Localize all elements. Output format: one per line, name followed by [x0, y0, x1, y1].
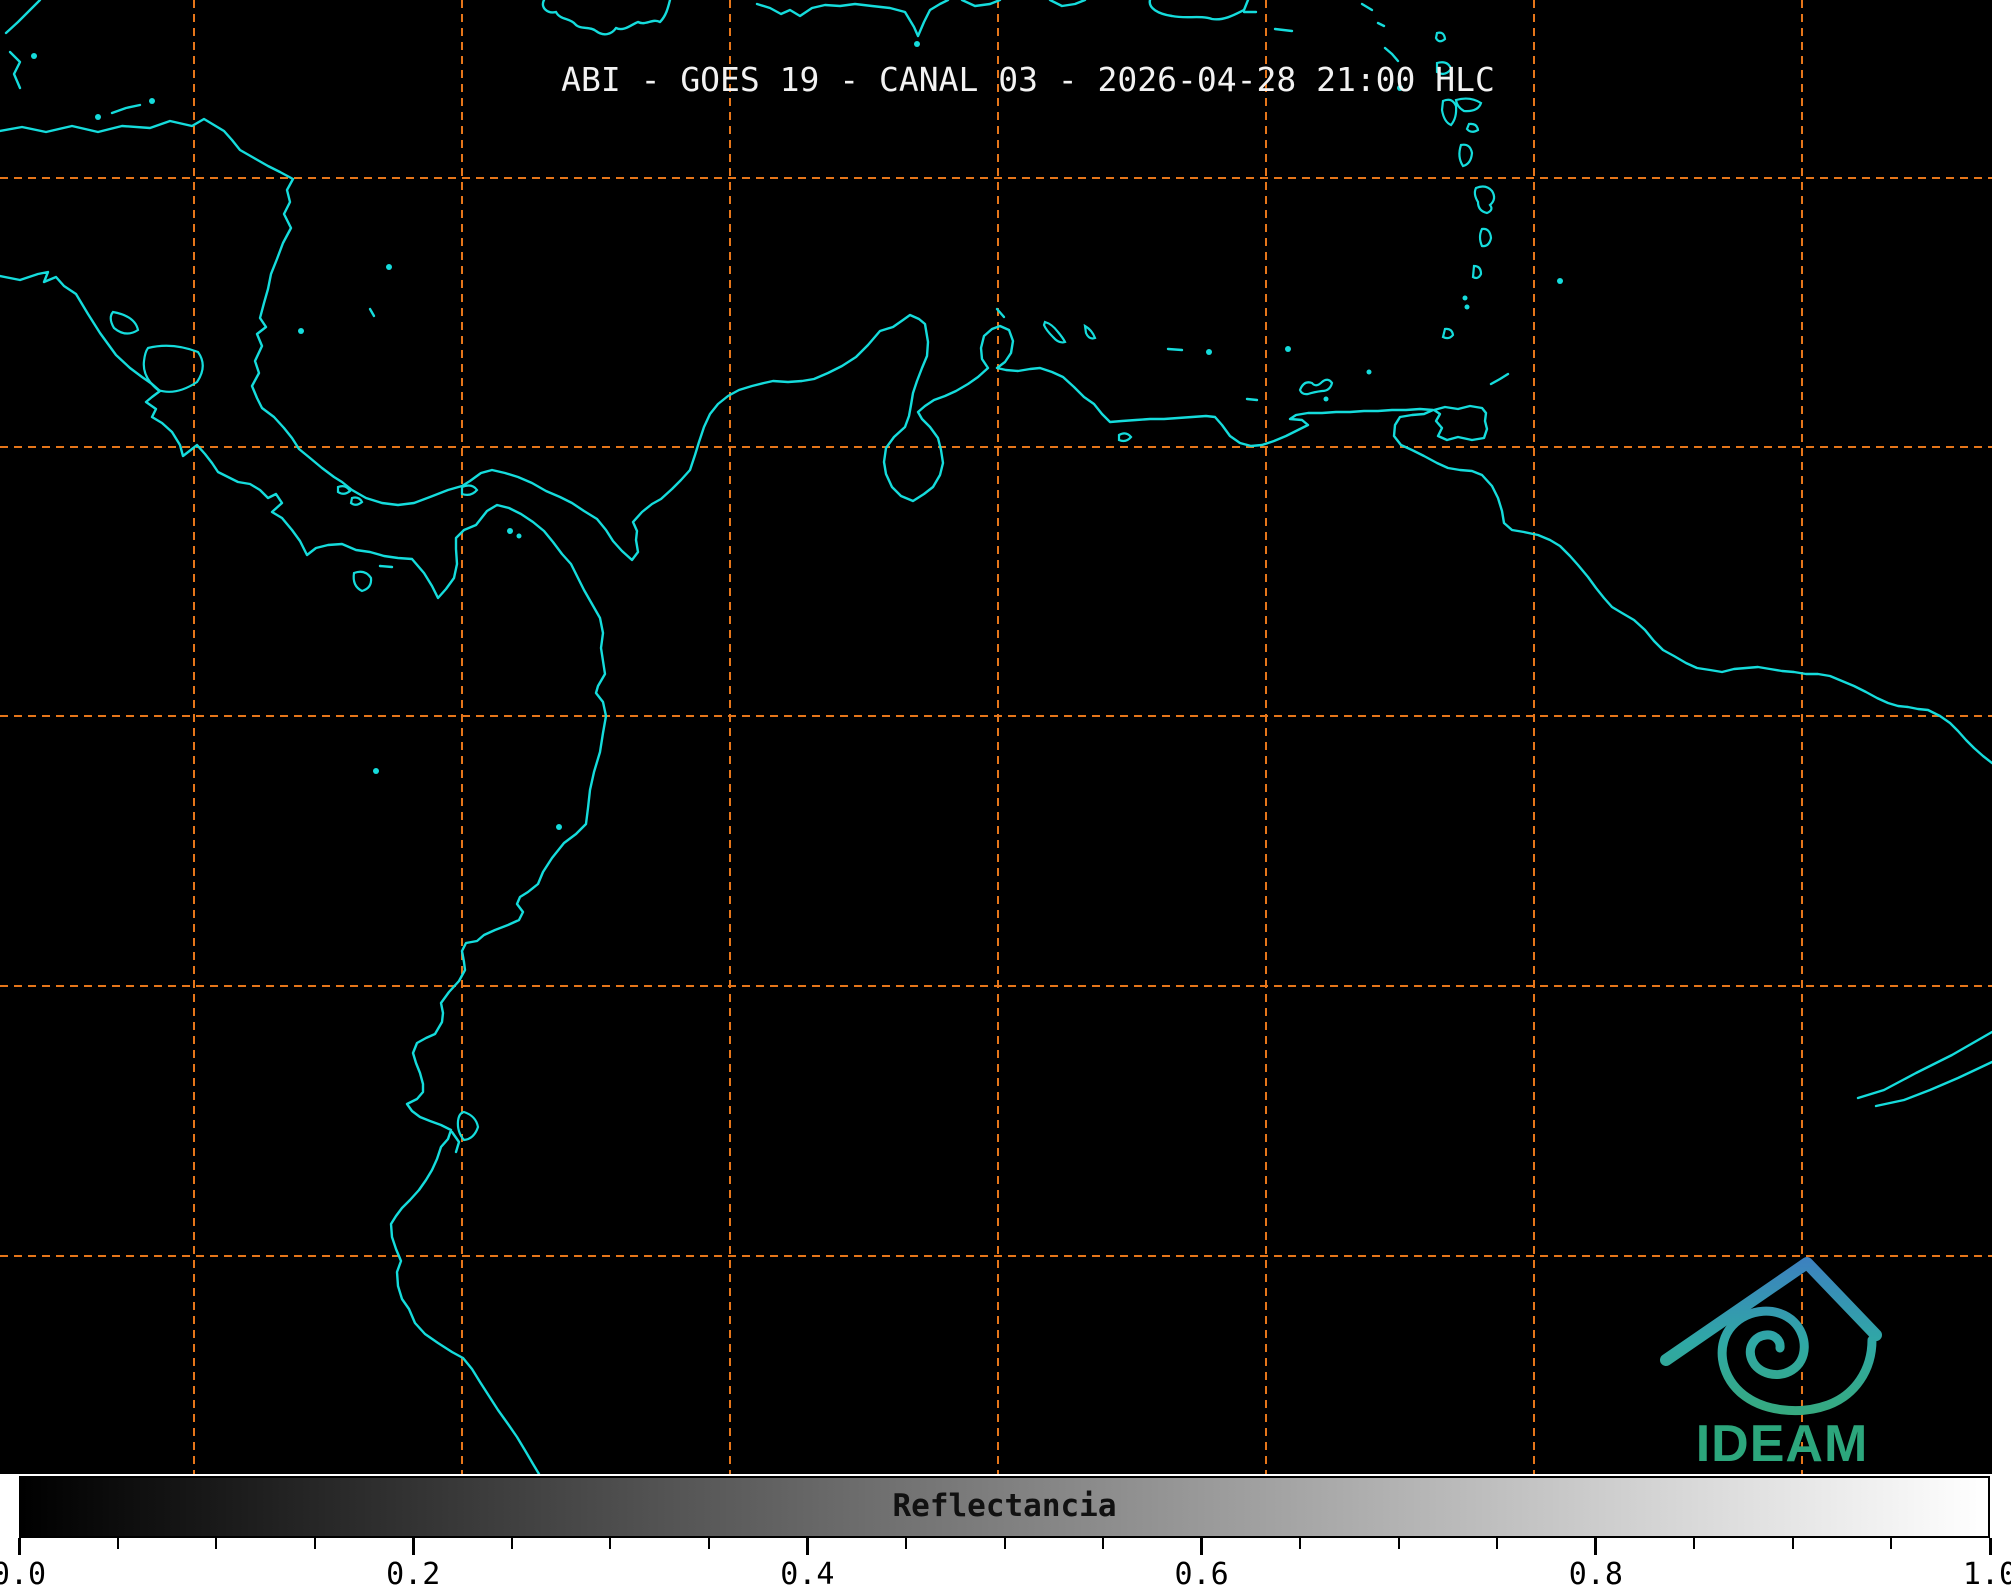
- dr-east-coast: [1050, 0, 1085, 6]
- colorbar-minor-tick: [1102, 1538, 1104, 1549]
- map-title: ABI - GOES 19 - CANAL 03 - 2026-04-28 21…: [64, 60, 1992, 99]
- colorbar-major-tick: [18, 1538, 21, 1555]
- providencia: [386, 264, 392, 270]
- st-croix: [1275, 29, 1292, 31]
- guadeloupe: [1442, 99, 1481, 125]
- logo-swirl-icon: [1722, 1311, 1872, 1410]
- colorbar-tick-label: 1.0: [1930, 1557, 2011, 1592]
- coast-belize-fragment2: [10, 52, 20, 88]
- colorbar-minor-tick: [1004, 1538, 1006, 1549]
- colorbar-minor-tick: [1890, 1538, 1892, 1549]
- la-tortuga: [1247, 399, 1257, 400]
- grenada: [1443, 329, 1453, 338]
- colorbar-tick-label: 0.6: [1142, 1557, 1262, 1592]
- lake-managua: [111, 312, 138, 334]
- st-vincent: [1473, 266, 1481, 278]
- colorbar-minor-tick: [314, 1538, 316, 1549]
- screenshot-root: { "title": "ABI - GOES 19 - CANAL 03 - 2…: [0, 0, 2011, 1577]
- utila-island: [95, 114, 101, 120]
- colorbar-tick-label: 0.8: [1536, 1557, 1656, 1592]
- colorbar: Reflectancia: [19, 1476, 1990, 1538]
- colorbar-minor-tick: [1792, 1538, 1794, 1549]
- isla-beata: [914, 41, 920, 47]
- tobago: [1491, 374, 1508, 384]
- graticule-gridlines: [0, 0, 1992, 1474]
- haiti-south-coast: [757, 0, 948, 36]
- margarita-island: [1300, 380, 1332, 394]
- barbuda: [1436, 33, 1445, 42]
- ideam-logo-text: IDEAM: [1652, 1414, 1912, 1474]
- colorbar-minor-tick: [215, 1538, 217, 1549]
- pearl-island-1: [507, 528, 513, 534]
- martinique: [1475, 187, 1494, 213]
- curacao: [1044, 322, 1065, 342]
- colorbar-tick-label: 0.2: [353, 1557, 473, 1592]
- colorbar-minor-tick: [1398, 1538, 1400, 1549]
- satellite-map: ABI - GOES 19 - CANAL 03 - 2026-04-28 21…: [0, 0, 1992, 1474]
- roatan-island: [112, 105, 140, 113]
- colorbar-tick-label: 0.0: [0, 1557, 79, 1592]
- jamaica: [543, 0, 670, 34]
- colorbar-major-tick: [1989, 1538, 1992, 1555]
- coiba-island: [354, 572, 371, 591]
- blanquilla: [1285, 346, 1291, 352]
- caye-islet: [31, 53, 37, 59]
- los-roques: [1168, 349, 1182, 350]
- colorbar-minor-tick: [117, 1538, 119, 1549]
- cebaco-island: [380, 566, 392, 567]
- st-martin-group: [1362, 4, 1384, 26]
- pearl-island-2: [517, 534, 522, 539]
- gatun-lake: [462, 486, 477, 495]
- colorbar-major-tick: [1594, 1538, 1597, 1555]
- colorbar-minor-tick: [1693, 1538, 1695, 1549]
- puna-island: [458, 1112, 478, 1140]
- barbados: [1557, 278, 1563, 284]
- colorbar-label: Reflectancia: [21, 1488, 1988, 1524]
- colorbar-tick-label: 0.4: [747, 1557, 867, 1592]
- trinidad: [1434, 406, 1487, 440]
- st-lucia: [1480, 229, 1491, 246]
- dr-south-coast: [962, 0, 1000, 6]
- colorbar-major-tick: [1200, 1538, 1203, 1555]
- grenadines-1: [1463, 296, 1468, 301]
- colorbar-minor-tick: [1496, 1538, 1498, 1549]
- lake-valencia: [1119, 433, 1131, 441]
- map-canvas: [0, 0, 1992, 1474]
- coast-belize-fragment: [6, 0, 40, 33]
- colorbar-minor-tick: [708, 1538, 710, 1549]
- orchila: [1206, 349, 1212, 355]
- guayas-estuary: [452, 1132, 459, 1152]
- bonaire: [1085, 326, 1095, 338]
- dominica: [1459, 145, 1472, 166]
- ideam-logo-art: [1666, 1263, 1876, 1411]
- colorbar-ticks: 0.00.20.40.60.81.0: [19, 1538, 1990, 1577]
- colorbar-major-tick: [412, 1538, 415, 1555]
- colorbar-minor-tick: [609, 1538, 611, 1549]
- marie-galante: [1467, 124, 1478, 132]
- san-andres: [370, 309, 374, 316]
- gorgona: [556, 824, 562, 830]
- colorbar-minor-tick: [511, 1538, 513, 1549]
- coche: [1324, 397, 1329, 402]
- puerto-rico: [1150, 0, 1248, 19]
- coast-caribbean-mainland: [0, 119, 1992, 763]
- coastlines: [0, 0, 1992, 1474]
- colorbar-major-tick: [806, 1538, 809, 1555]
- malpelo: [373, 768, 379, 774]
- colorbar-minor-tick: [905, 1538, 907, 1549]
- amazon-north-bank: [1858, 1032, 1992, 1098]
- grenadines-2: [1465, 305, 1470, 310]
- corn-island: [298, 328, 304, 334]
- los-testigos: [1367, 370, 1372, 375]
- colorbar-minor-tick: [1299, 1538, 1301, 1549]
